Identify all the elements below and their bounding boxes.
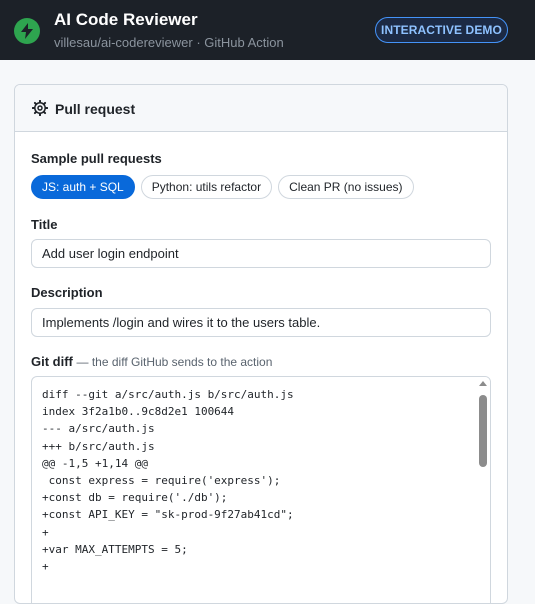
sample-pr-chips: JS: auth + SQL Python: utils refactor Cl…	[31, 175, 414, 199]
title-label: Title	[31, 217, 58, 232]
interactive-demo-badge: INTERACTIVE DEMO	[375, 17, 508, 43]
git-diff-label: Git diff — the diff GitHub sends to the …	[31, 354, 272, 369]
scroll-thumb[interactable]	[479, 395, 487, 467]
sample-chip-python-utils-refactor[interactable]: Python: utils refactor	[140, 175, 273, 199]
pull-request-panel: Pull request Sample pull requests JS: au…	[14, 84, 508, 604]
title-input[interactable]: Add user login endpoint	[31, 239, 491, 268]
diff-scrollbar[interactable]	[476, 377, 490, 603]
git-diff-label-text: Git diff	[31, 354, 73, 369]
sample-chip-clean-pr[interactable]: Clean PR (no issues)	[278, 175, 414, 199]
git-diff-content: diff --git a/src/auth.js b/src/auth.js i…	[42, 388, 294, 574]
app-header: AI Code Reviewer villesau/ai-codereviewe…	[0, 0, 535, 60]
scroll-up-arrow-icon[interactable]	[479, 381, 487, 386]
app-title: AI Code Reviewer	[54, 10, 198, 29]
gear-icon	[32, 100, 48, 116]
lightning-bolt-icon	[14, 18, 40, 44]
description-label: Description	[31, 285, 103, 300]
panel-header: Pull request	[15, 85, 507, 132]
sample-prs-label: Sample pull requests	[31, 151, 162, 166]
app-subtitle: villesau/ai-codereviewer · GitHub Action	[54, 35, 284, 50]
git-diff-textarea[interactable]: diff --git a/src/auth.js b/src/auth.js i…	[31, 376, 491, 603]
panel-title: Pull request	[55, 101, 136, 117]
sample-chip-js-auth-sql[interactable]: JS: auth + SQL	[31, 175, 135, 199]
git-diff-hint: — the diff GitHub sends to the action	[76, 355, 273, 369]
description-input[interactable]: Implements /login and wires it to the us…	[31, 308, 491, 337]
